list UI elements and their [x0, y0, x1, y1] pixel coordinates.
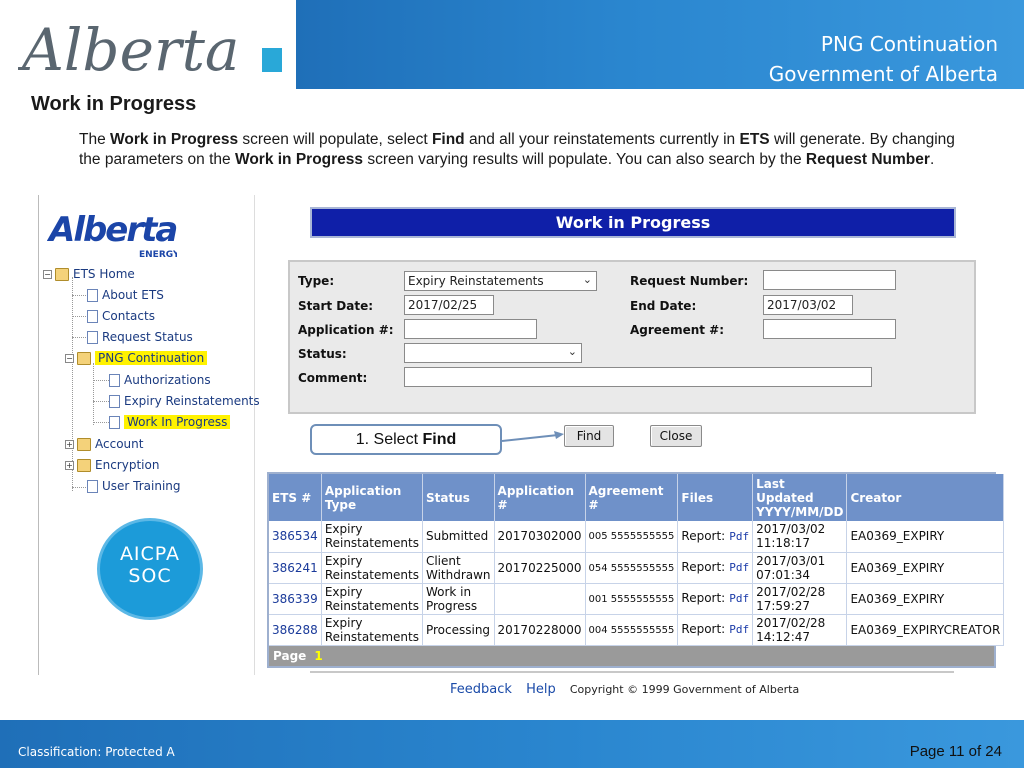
ets-sidebar: Alberta ENERGY − ETS Home About ETS Cont…: [38, 195, 260, 675]
folder-icon: [77, 437, 91, 451]
ets-screenshot: Alberta ENERGY − ETS Home About ETS Cont…: [38, 195, 1005, 715]
end-date-input[interactable]: 2017/03/02: [763, 295, 853, 315]
col-files: Files: [677, 474, 754, 521]
comment-label: Comment:: [298, 371, 368, 385]
agreement-number-label: Agreement #:: [630, 323, 725, 337]
help-link[interactable]: Help: [526, 682, 556, 697]
energy-logo-text: Alberta: [47, 210, 176, 250]
nav-item-expiry-reinstatements[interactable]: Expiry Reinstatements: [109, 392, 260, 410]
type-label: Type:: [298, 274, 335, 288]
nav-item-png-continuation[interactable]: − PNG Continuation: [65, 349, 208, 367]
search-form: Type: Expiry Reinstatements ⌄ Request Num…: [288, 260, 976, 414]
request-number-label: Request Number:: [630, 274, 749, 288]
application-number-input[interactable]: [404, 319, 537, 339]
pagination: Page 1: [269, 645, 994, 666]
slide-title: Work in Progress: [31, 93, 197, 115]
col-ets[interactable]: ETS #: [269, 474, 322, 521]
folder-icon: [77, 351, 91, 365]
header-line2: Government of Alberta: [768, 62, 998, 86]
results-header-row: ETS # Application Type Status Applicatio…: [269, 474, 1005, 521]
alberta-logo-text: Alberta: [18, 16, 240, 84]
col-last-updated[interactable]: Last Updated YYYY/MM/DD: [752, 474, 848, 521]
request-number-input[interactable]: [763, 270, 896, 290]
ets-footer: Feedback Help Copyright © 1999 Governmen…: [450, 682, 799, 697]
end-date-label: End Date:: [630, 299, 697, 313]
aicpa-soc-badge: AICPA SOC: [97, 518, 203, 620]
find-button[interactable]: Find: [564, 425, 614, 447]
collapse-icon[interactable]: −: [65, 353, 74, 363]
nav-item-request-status[interactable]: Request Status: [87, 328, 193, 346]
footer-divider: [310, 671, 954, 673]
col-application-type[interactable]: Application Type: [321, 474, 423, 521]
pdf-link[interactable]: Pdf: [729, 561, 749, 574]
nav-item-authorizations[interactable]: Authorizations: [109, 371, 211, 389]
pdf-link[interactable]: Pdf: [729, 592, 749, 605]
nav-item-user-training[interactable]: User Training: [87, 477, 181, 495]
type-select[interactable]: Expiry Reinstatements ⌄: [404, 271, 597, 291]
page-icon: [109, 394, 120, 408]
header-line1: PNG Continuation: [820, 32, 998, 56]
table-row: 386288 Expiry Reinstatements Processing …: [269, 614, 1005, 646]
ets-number-link[interactable]: 386288: [269, 614, 322, 646]
page-number-link[interactable]: 1: [314, 649, 322, 663]
collapse-icon[interactable]: −: [43, 269, 52, 279]
page-icon: [87, 309, 98, 323]
feedback-link[interactable]: Feedback: [450, 682, 512, 697]
classification-label: Classification: Protected A: [18, 745, 175, 759]
wip-panel-title: Work in Progress: [310, 207, 956, 238]
start-date-label: Start Date:: [298, 299, 374, 313]
comment-input[interactable]: [404, 367, 872, 387]
nav-item-encryption[interactable]: + Encryption: [65, 456, 159, 474]
status-label: Status:: [298, 347, 347, 361]
nav-item-work-in-progress[interactable]: Work In Progress: [109, 413, 231, 431]
nav-item-contacts[interactable]: Contacts: [87, 307, 155, 325]
page-icon: [109, 415, 120, 429]
chevron-down-icon: ⌄: [582, 273, 592, 286]
alberta-logo: Alberta: [0, 0, 296, 92]
col-application-number[interactable]: Application #: [494, 474, 586, 521]
col-status[interactable]: Status: [422, 474, 495, 521]
pdf-link[interactable]: Pdf: [729, 530, 749, 543]
folder-icon: [55, 267, 69, 281]
alberta-energy-logo: Alberta ENERGY: [46, 199, 180, 264]
table-row: 386241 Expiry Reinstatements Client With…: [269, 552, 1005, 584]
expand-icon[interactable]: +: [65, 439, 74, 449]
start-date-input[interactable]: 2017/02/25: [404, 295, 494, 315]
intro-paragraph: The Work in Progress screen will populat…: [79, 131, 955, 168]
expand-icon[interactable]: +: [65, 460, 74, 470]
step-callout: 1. Select Find: [310, 424, 502, 455]
page-icon: [109, 373, 120, 387]
pdf-link[interactable]: Pdf: [729, 623, 749, 636]
header-band: PNG Continuation Government of Alberta: [296, 0, 1024, 89]
close-button[interactable]: Close: [650, 425, 702, 447]
nav-item-ets-home[interactable]: − ETS Home: [43, 265, 135, 283]
nav-item-account[interactable]: + Account: [65, 435, 143, 453]
copyright-text: Copyright © 1999 Government of Alberta: [569, 683, 800, 696]
page-icon: [87, 288, 98, 302]
col-agreement-number[interactable]: Agreement #: [585, 474, 679, 521]
ets-number-link[interactable]: 386534: [269, 521, 322, 553]
status-select[interactable]: ⌄: [404, 343, 582, 363]
arrow-right-icon: [502, 431, 564, 442]
col-creator[interactable]: Creator: [846, 474, 1005, 521]
energy-logo-sub: ENERGY: [139, 250, 177, 259]
footer-band: [0, 720, 1024, 768]
page-number: Page 11 of 24: [909, 743, 1002, 760]
page-icon: [87, 479, 98, 493]
table-row: 386339 Expiry Reinstatements Work in Pro…: [269, 583, 1005, 615]
nav-item-about-ets[interactable]: About ETS: [87, 286, 164, 304]
chevron-down-icon: ⌄: [567, 345, 577, 358]
application-number-label: Application #:: [298, 323, 394, 337]
ets-number-link[interactable]: 386339: [269, 583, 322, 615]
page-icon: [87, 330, 98, 344]
agreement-number-input[interactable]: [763, 319, 896, 339]
table-row: 386534 Expiry Reinstatements Submitted 2…: [269, 521, 1005, 553]
ets-number-link[interactable]: 386241: [269, 552, 322, 584]
results-table: ETS # Application Type Status Applicatio…: [267, 472, 1005, 668]
folder-icon: [77, 458, 91, 472]
